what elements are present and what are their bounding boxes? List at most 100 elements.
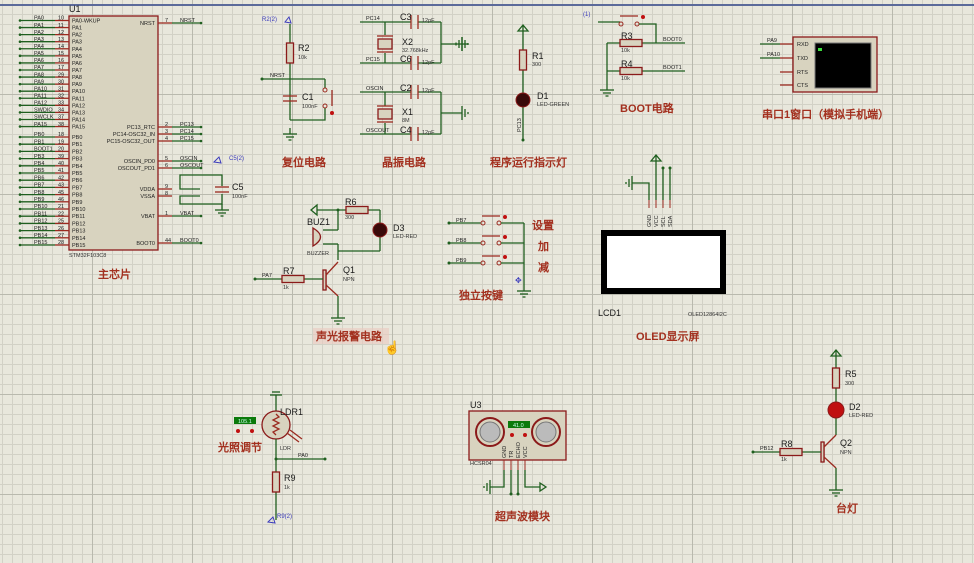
pin-net: PB0 [34,132,44,138]
pin-name: PB7 [72,185,82,191]
pin-gnd: GND [647,215,653,227]
increase-distance-button[interactable] [523,433,527,437]
d3-value: LED-RED [393,234,417,240]
pin-net: PB1 [34,139,44,145]
run-led-circuit[interactable]: R1 300 D1 LED-GREEN PC13 [515,24,569,142]
c6-value: 12pF [422,60,435,66]
pin-number: 39 [58,154,64,160]
mcu-title: 主芯片 [98,267,131,281]
pin-number: 12 [58,30,64,36]
serial-title: 串口1窗口（模拟手机端） [762,107,889,121]
keys-circuit[interactable]: PB7 PB8 PB9 ✥ [447,215,532,298]
pin-name: PC15-OSC32_OUT [107,139,156,145]
oled-screen [601,230,726,294]
mcu-stm32[interactable]: U1 PA0 10 PA0-WKUPPA1 11 PA1PA2 12 PA2PA3 13 PA3… [18,4,204,259]
pin-name: PA15 [72,125,85,131]
lcd1-ref: LCD1 [598,308,621,318]
pin-number: 19 [58,139,64,145]
pin-number: 45 [58,190,64,196]
lamp-circuit[interactable]: R5 300 D2 LED-RED Q2 NPN PB12 R8 1k [751,349,874,497]
pin-name: PA4 [72,47,82,53]
alarm-circuit[interactable]: R6 300 D3 LED-RED BUZ1 BUZZER Q1 NPN PA7… [253,197,418,325]
pin-net: SWDIO [34,108,53,114]
key-button-1[interactable]: PB7 [447,215,525,226]
ldr1-ref: LDR1 [280,407,303,417]
crystal-circuit[interactable]: PC14 PC15 C3 12pF X2 32.768kHz C6 12pF O… [360,12,469,141]
pin-echo: ECHO [516,441,522,458]
pin-net: VBAT [180,211,195,217]
buz1-value: BUZZER [307,251,329,257]
pin-name: PC13_RTC [127,125,155,131]
pin-number: 6 [165,163,168,169]
pin-name: PB13 [72,229,85,235]
pin-number: 25 [58,219,64,225]
pin-net: PB12 [34,219,47,225]
alarm-title[interactable]: 声光报警电路 [315,329,383,343]
pin-number: 37 [58,115,64,121]
r7-value: 1k [283,285,289,291]
pin-number: 33 [58,101,64,107]
reset-circuit[interactable]: R2(2) R2 10k NRST C1 100nF [260,15,335,141]
pin-net: PA10 [34,86,47,92]
c4-value: 12pF [422,130,435,136]
net-oscout: OSCOUT [366,128,390,134]
boot-circuit[interactable]: (1) R3 10k R4 10k BOOT0 BOOT1 [583,12,685,97]
light-reading: 105.1 [238,419,252,425]
pin-number: 8 [165,191,168,197]
key-button-3[interactable]: PB9 [447,255,525,266]
pin-number: 14 [58,44,64,50]
pin-name: PB14 [72,236,85,242]
virtual-terminal[interactable]: PA9 PA10 RXD TXD RTS CTS [760,36,878,93]
pin-net: PB3 [34,154,44,160]
pin-net: PB4 [34,161,44,167]
distance-reading: 41.0 [513,423,524,429]
r8-value: 1k [781,457,787,463]
pin-name: PB10 [72,207,85,213]
c3-ref: C3 [400,12,412,22]
d1-value: LED-GREEN [537,102,569,108]
buz1-ref: BUZ1 [307,217,330,227]
r5-ref: R5 [845,369,857,379]
pin-name: PA9 [72,82,82,88]
q2-value: NPN [840,450,852,456]
terminal-screen[interactable] [814,42,872,89]
q2-ref: Q2 [840,438,852,448]
decrease-light-button[interactable] [236,429,240,433]
pin-number: 15 [58,51,64,57]
ground-icon [461,37,469,120]
r9-value: 1k [284,485,290,491]
pin-name: PA13 [72,110,85,116]
light-sensor-circuit[interactable]: LDR1 LDR 105.1 PA0 R9 1k R9(2) [234,391,327,524]
c1-ref: C1 [302,92,314,102]
pin-number: 26 [58,226,64,232]
u3-part: HCSR04 [470,461,492,467]
oled-display[interactable]: GND VCC SCL SDA LCD1 OLED12864I2C [598,154,727,318]
c5-probe: C5(2) [229,156,244,162]
pin-number: 3 [165,129,168,135]
net-pb12: PB12 [760,446,773,452]
pin-number: 4 [165,136,168,142]
pin-name: PB8 [72,193,82,199]
key-button-2[interactable]: PB8 [447,235,525,246]
reset-title: 复位电路 [281,155,327,169]
key-label-add: 加 [537,239,549,253]
crosshair-icon: ✥ [515,276,522,285]
pin-name: PA0-WKUP [72,19,101,25]
key-net: PB9 [456,258,466,264]
pin-net: PA11 [34,93,47,99]
pin-number: 10 [58,16,64,22]
hand-cursor-icon: ☝ [384,339,400,356]
pin-number: 34 [58,108,64,114]
pin-cts: CTS [797,83,808,89]
key-net: PB8 [456,238,466,244]
pin-number: 13 [58,37,64,43]
pin-net: PA12 [34,101,47,107]
pin-net: NRST [180,18,196,24]
c5-value: 100nF [232,194,248,200]
pin-number: 32 [58,93,64,99]
ultrasonic-module[interactable]: U3 41.0 GND TR ECHO VCC HCSR04 [468,400,567,496]
pin-name: PB11 [72,214,85,220]
increase-light-button[interactable] [250,429,254,433]
pin-name: VBAT [141,214,156,220]
decrease-distance-button[interactable] [510,433,514,437]
